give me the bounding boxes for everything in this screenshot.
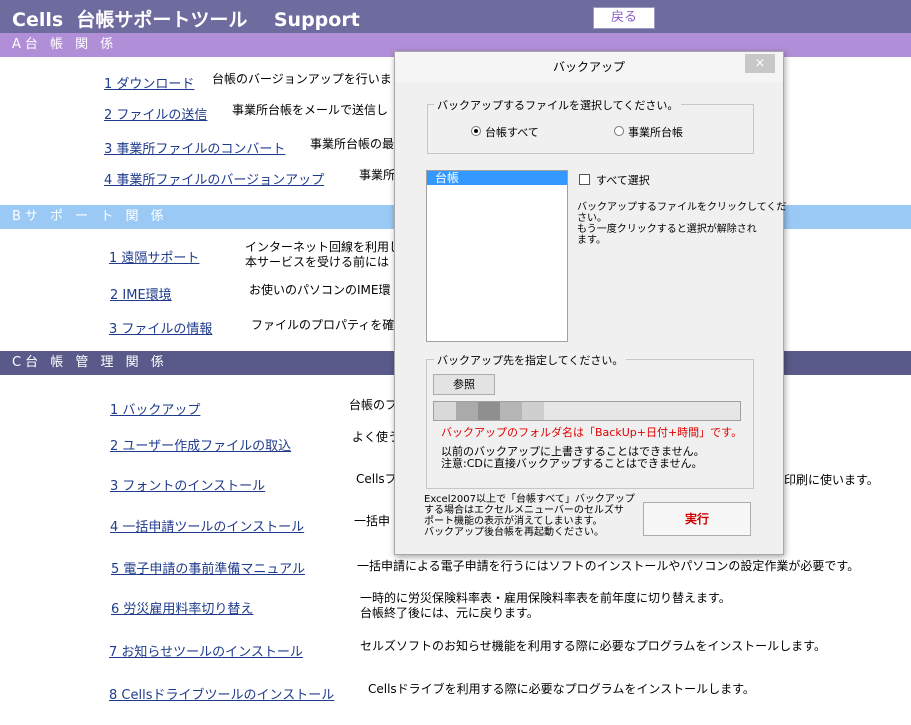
e-apply-manual-link[interactable]: 5 電子申請の事前準備マニュアル [111,558,305,577]
browse-button[interactable]: 参照 [433,374,495,395]
rate-switch-desc: 一時的に労災保険料率表・雇用保険料率表を前年度に切り替えます。 台帳終了後には、… [360,591,731,620]
back-button[interactable]: 戻る [593,7,655,29]
version-up-link[interactable]: 4 事業所ファイルのバージョンアップ [104,169,324,188]
bulk-apply-install-link[interactable]: 4 一括申請ツールのインストール [110,516,304,535]
file-info-link[interactable]: 3 ファイルの情報 [109,318,212,337]
backup-desc: 台帳のフ [349,398,398,412]
radio-office-ledger-label[interactable]: 事業所台帳 [628,124,683,140]
convert-file-link[interactable]: 3 事業所ファイルのコンバート [104,138,285,157]
excel-note: Excel2007以上で「台帳すべて」バックアップ する場合はエクセルメニューバ… [424,494,635,538]
app-title: Cells 台帳サポートツール Support [12,9,360,31]
list-instructions: バックアップするファイルをクリックしてくだ さい。 もう一度クリックすると選択が… [577,202,787,246]
overwrite-note: 以前のバックアップに上書きすることはできません。 注意:CDに直接バックアップす… [441,445,705,470]
select-all-checkbox[interactable] [579,174,590,185]
cells-drive-install-desc: Cellsドライブを利用する際に必要なプログラムをインストールします。 [368,682,755,696]
dialog-title: バックアップ [395,52,783,82]
radio-all-ledgers[interactable] [471,126,481,136]
remote-support-link[interactable]: 1 遠隔サポート [109,247,199,266]
close-icon[interactable]: × [745,54,775,73]
remote-support-desc: インターネット回線を利用し 本サービスを受ける前には [245,240,402,269]
import-user-file-desc: よく使う [352,430,401,444]
radio-office-ledger[interactable] [614,126,624,136]
destination-path-field [433,401,741,421]
file-select-group-label: バックアップするファイルを選択してください。 [434,97,682,113]
download-desc: 台帳のバージョンアップを行いま [212,72,392,86]
select-all-label[interactable]: すべて選択 [596,172,650,188]
radio-all-ledgers-label[interactable]: 台帳すべて [485,124,539,140]
version-up-desc: 事業所 [359,168,396,182]
bulk-apply-install-desc: 一括申 [354,514,391,528]
backup-dialog: バックアップ × バックアップするファイルを選択してください。 台帳すべて 事業… [394,51,787,555]
cells-drive-install-link[interactable]: 8 Cellsドライブツールのインストール [109,684,334,703]
file-info-desc: ファイルのプロパティを確認 [251,318,407,332]
folder-name-note: バックアップのフォルダ名は「BackUp+日付+時間」です。 [441,426,743,439]
notice-tool-install-desc: セルズソフトのお知らせ機能を利用する際に必要なプログラムをインストールします。 [360,639,826,653]
notice-tool-install-link[interactable]: 7 お知らせツールのインストール [109,641,303,660]
font-install-link[interactable]: 3 フォントのインストール [110,475,265,494]
rate-switch-link[interactable]: 6 労災雇用料率切り替え [111,598,253,617]
path-blur [434,402,544,420]
convert-file-desc: 事業所台帳の最 [310,137,395,151]
file-listbox[interactable]: 台帳 [426,170,568,342]
ime-link[interactable]: 2 IME環境 [110,284,172,303]
destination-group-label: バックアップ先を指定してください。 [434,352,627,368]
download-link[interactable]: 1 ダウンロード [104,73,194,92]
e-apply-manual-desc: 一括申請による電子申請を行うにはソフトのインストールやパソコンの設定作業が必要で… [357,559,860,573]
list-item[interactable]: 台帳 [427,171,567,185]
font-install-desc-tail: 印刷に使います。 [784,473,879,487]
run-button[interactable]: 実行 [643,502,751,536]
backup-link[interactable]: 1 バックアップ [110,399,200,418]
send-file-desc: 事業所台帳をメールで送信し [232,103,389,117]
import-user-file-link[interactable]: 2 ユーザー作成ファイルの取込 [110,435,291,454]
font-install-desc: Cellsフ [356,472,397,486]
ime-desc: お使いのパソコンのIME環 [249,283,391,297]
send-file-link[interactable]: 2 ファイルの送信 [104,104,207,123]
